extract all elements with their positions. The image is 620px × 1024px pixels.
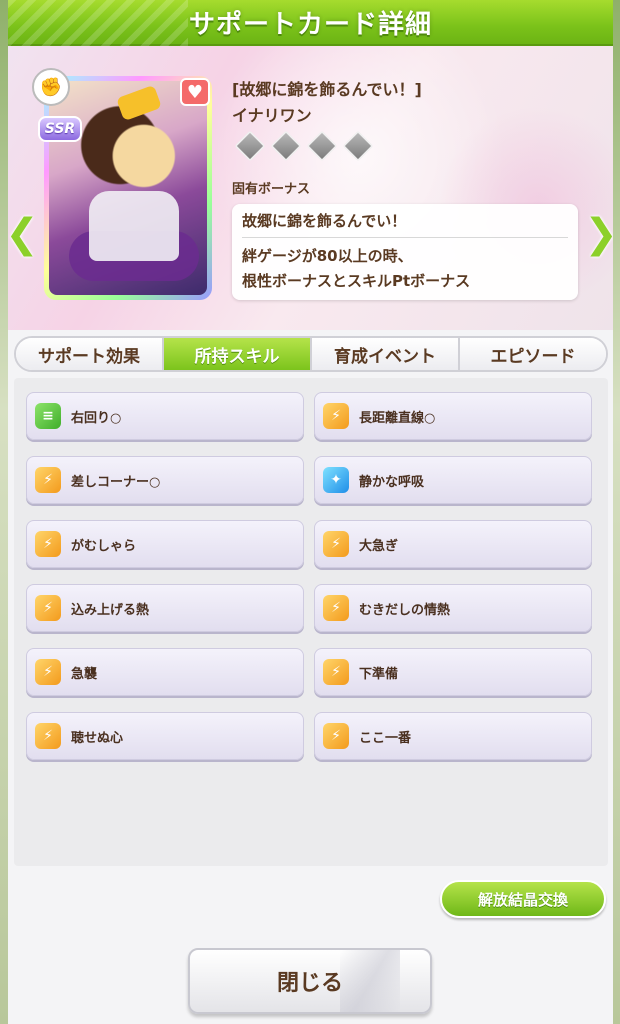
header-bar: サポートカード詳細 — [8, 0, 613, 46]
limit-break-diamond-icon — [270, 130, 302, 162]
unique-bonus-box: 故郷に錦を飾るんでい！ 絆ゲージが80以上の時、 根性ボーナスとスキルPtボーナ… — [232, 204, 578, 300]
skill-orange-icon: ⚡ — [35, 595, 61, 621]
prev-card-arrow-icon[interactable]: ❮ — [8, 211, 39, 257]
tab-episodes[interactable]: エピソード — [460, 338, 606, 370]
skill-button[interactable]: ⚡ 下準備 — [314, 648, 592, 696]
skill-button[interactable]: ✦ 静かな呼吸 — [314, 456, 592, 504]
limit-break-indicator — [234, 130, 374, 162]
close-button-label: 閉じる — [276, 971, 343, 996]
skill-button[interactable]: ⚡ ここ一番 — [314, 712, 592, 760]
unique-bonus-description: 絆ゲージが80以上の時、 根性ボーナスとスキルPtボーナス — [242, 247, 471, 290]
skill-orange-icon: ⚡ — [323, 595, 349, 621]
limit-break-diamond-icon — [342, 130, 374, 162]
skill-orange-icon: ⚡ — [35, 531, 61, 557]
tab-owned-skills[interactable]: 所持スキル — [164, 338, 312, 370]
skill-label: 大急ぎ — [359, 538, 399, 554]
skill-label: 右回り○ — [71, 410, 122, 426]
favorite-heart-icon[interactable]: ♥ — [180, 78, 210, 106]
tab-training-events[interactable]: 育成イベント — [312, 338, 460, 370]
skill-orange-icon: ⚡ — [323, 531, 349, 557]
rarity-badge: SSR — [38, 116, 82, 142]
skill-label: 長距離直線○ — [359, 410, 436, 426]
support-card-detail-panel: サポートカード詳細 ❮ ❯ ✊ SSR ♥ [故郷に錦を飾るんでい！] イナリワ… — [8, 0, 613, 1024]
skill-label: 静かな呼吸 — [359, 474, 425, 490]
tab-support-effect[interactable]: サポート効果 — [16, 338, 164, 370]
card-artwork — [49, 81, 207, 295]
skill-button[interactable]: ⚡ 差しコーナー○ — [26, 456, 304, 504]
skill-blue-icon: ✦ — [323, 467, 349, 493]
skill-label: 聴せぬ心 — [71, 730, 124, 746]
skill-button[interactable]: ⚡ 長距離直線○ — [314, 392, 592, 440]
card-detail-section: ❮ ❯ ✊ SSR ♥ [故郷に錦を飾るんでい！] イナリワン 固有ボーナス 故… — [8, 46, 613, 330]
skill-button[interactable]: ⚡ 大急ぎ — [314, 520, 592, 568]
skill-orange-icon: ⚡ — [35, 659, 61, 685]
skill-orange-icon: ⚡ — [35, 467, 61, 493]
skill-label: 込み上げる熱 — [71, 602, 150, 618]
skill-orange-icon: ⚡ — [323, 659, 349, 685]
skill-orange-icon: ⚡ — [35, 723, 61, 749]
crystal-exchange-button[interactable]: 解放結晶交換 — [440, 880, 606, 918]
card-title: [故郷に錦を飾るんでい！] — [232, 80, 422, 99]
skill-label: がむしゃら — [71, 538, 137, 554]
skill-orange-icon: ⚡ — [323, 723, 349, 749]
character-name: イナリワン — [232, 106, 312, 125]
skill-label: ここ一番 — [359, 730, 412, 746]
limit-break-diamond-icon — [306, 130, 338, 162]
skill-button[interactable]: ⚡ むきだしの情熱 — [314, 584, 592, 632]
skill-button[interactable]: ⚡ 込み上げる熱 — [26, 584, 304, 632]
next-card-arrow-icon[interactable]: ❯ — [584, 211, 613, 257]
unique-bonus-name: 故郷に錦を飾るんでい！ — [242, 210, 568, 238]
skill-label: むきだしの情熱 — [359, 602, 451, 618]
skill-orange-icon: ⚡ — [323, 403, 349, 429]
skill-button[interactable]: ⚡ 聴せぬ心 — [26, 712, 304, 760]
guts-type-icon: ✊ — [32, 68, 70, 106]
skill-green-icon: ≡ — [35, 403, 61, 429]
skill-button[interactable]: ⚡ 急襲 — [26, 648, 304, 696]
skill-label: 急襲 — [71, 666, 98, 682]
limit-break-diamond-icon — [234, 130, 266, 162]
close-button[interactable]: 閉じる — [188, 948, 432, 1014]
support-card-image[interactable] — [44, 76, 212, 300]
skill-label: 下準備 — [359, 666, 399, 682]
skills-list: ≡ 右回り○ ⚡ 長距離直線○ ⚡ 差しコーナー○ ✦ 静かな呼吸 ⚡ がむしゃら ⚡ 大急ぎ ⚡ 込み上… — [14, 378, 608, 866]
skill-button[interactable]: ≡ 右回り○ — [26, 392, 304, 440]
skill-label: 差しコーナー○ — [71, 474, 161, 490]
detail-tabs: サポート効果 所持スキル 育成イベント エピソード — [14, 336, 608, 372]
unique-bonus-label: 固有ボーナス — [232, 182, 311, 197]
skill-button[interactable]: ⚡ がむしゃら — [26, 520, 304, 568]
page-title: サポートカード詳細 — [188, 9, 432, 40]
